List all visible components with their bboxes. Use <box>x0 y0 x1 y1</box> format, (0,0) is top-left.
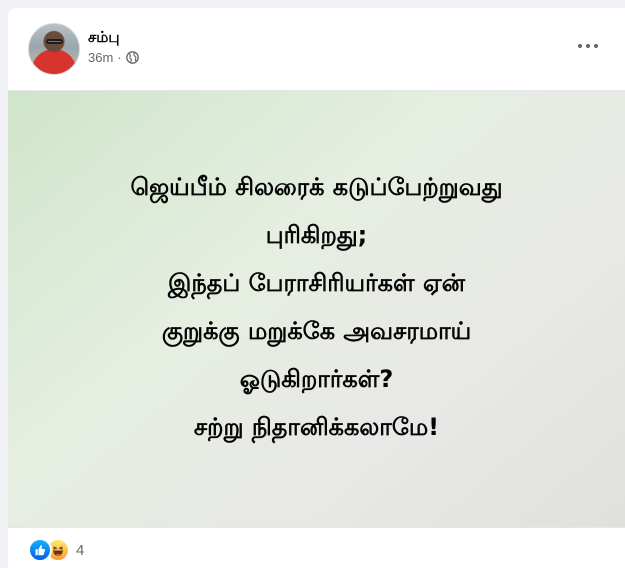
dot-icon <box>594 44 598 48</box>
avatar-glasses <box>46 39 63 44</box>
post-card: சம்பு 36m · ஜெய்பீம் சிலரைக் கடுப்பேற்று… <box>8 8 625 568</box>
post-image[interactable]: ஜெய்பீம் சிலரைக் கடுப்பேற்றுவது புரிகிறத… <box>8 90 625 528</box>
like-icon <box>28 538 52 562</box>
image-text-line: புரிகிறது; <box>265 221 368 249</box>
image-text-line: ஜெய்பீம் சிலரைக் கடுப்பேற்றுவது <box>130 173 503 201</box>
image-text-line: இந்தப் பேராசிரியர்கள் ஏன் <box>168 269 465 297</box>
globe-icon[interactable] <box>125 51 139 64</box>
post-time[interactable]: 36m <box>88 50 113 65</box>
post-meta: 36m · <box>88 50 139 65</box>
reaction-count[interactable]: 4 <box>76 542 84 559</box>
image-text-line: குறுக்கு மறுக்கே அவசரமாய் <box>161 317 472 345</box>
image-text: ஜெய்பீம் சிலரைக் கடுப்பேற்றுவது புரிகிறத… <box>8 163 625 451</box>
image-text-line: ஓடுகிறார்கள்? <box>239 365 394 393</box>
author-name[interactable]: சம்பு <box>88 28 120 48</box>
meta-separator: · <box>117 50 122 65</box>
more-options-button[interactable] <box>573 36 603 56</box>
post-footer: 4 <box>8 528 625 568</box>
reactions-summary[interactable]: 4 <box>28 538 84 562</box>
dot-icon <box>578 44 582 48</box>
author-avatar[interactable] <box>28 23 80 75</box>
dot-icon <box>586 44 590 48</box>
image-text-line: சற்று நிதானிக்கலாமே! <box>193 413 440 441</box>
post-header: சம்பு 36m · <box>8 8 625 90</box>
